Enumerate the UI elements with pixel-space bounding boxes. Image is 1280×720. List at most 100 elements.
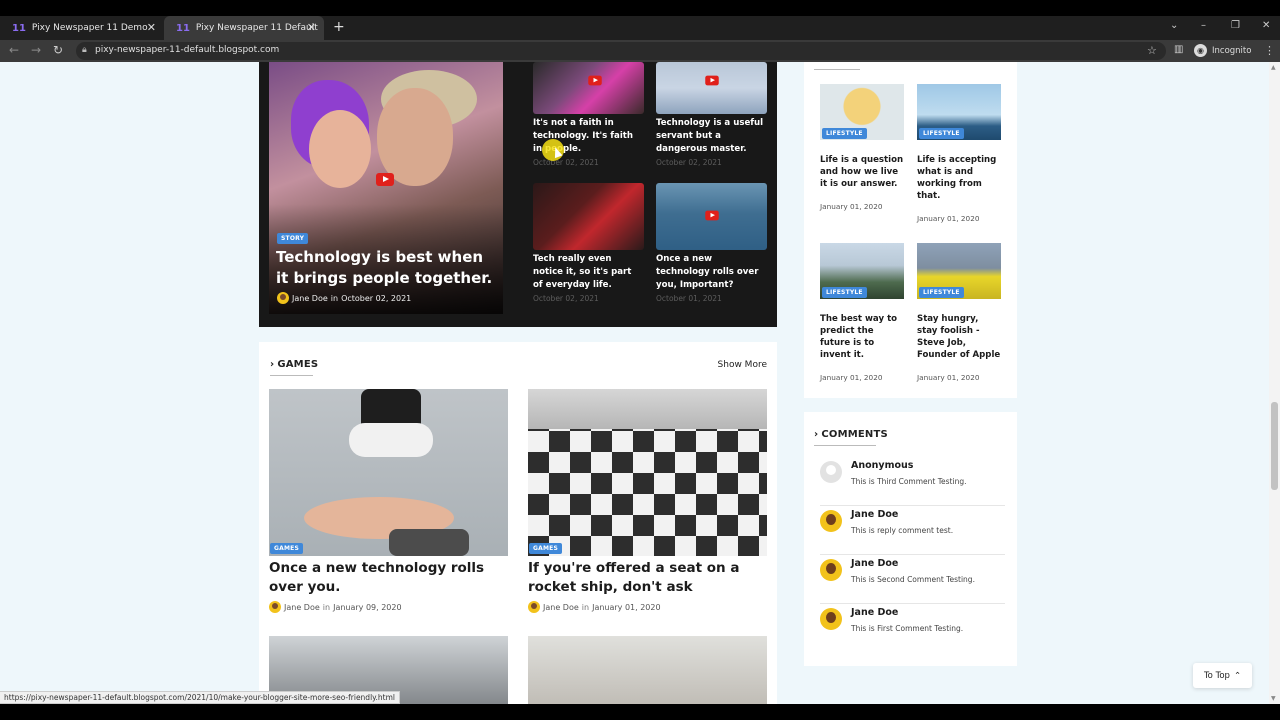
post-thumbnail[interactable]: GAMES <box>269 389 508 556</box>
tab-search-icon[interactable]: ⌄ <box>1170 20 1178 31</box>
top-letterbox <box>0 0 1280 16</box>
youtube-play-icon[interactable] <box>705 210 719 221</box>
post-meta: Jane Doe in January 09, 2020 <box>269 601 508 613</box>
meta-in: in <box>581 602 590 612</box>
post-title[interactable]: Once a new technology rolls over you, Im… <box>656 253 767 292</box>
author-name[interactable]: Jane Doe <box>284 603 320 612</box>
favicon-icon: 11 <box>176 22 190 34</box>
new-tab-icon[interactable]: + <box>333 19 345 35</box>
lifestyle-post[interactable]: LIFESTYLE Life is a question and how we … <box>820 84 904 211</box>
post-thumbnail[interactable]: GAMES <box>528 389 767 556</box>
comment-item[interactable]: Anonymous This is Third Comment Testing. <box>820 457 1005 506</box>
section-title: COMMENTS <box>821 429 888 440</box>
post-title[interactable]: Once a new technology rolls over you. <box>269 559 508 597</box>
category-badge[interactable]: LIFESTYLE <box>822 287 867 298</box>
post-title[interactable]: Technology is a useful servant but a dan… <box>656 117 767 156</box>
youtube-play-icon[interactable] <box>705 75 719 86</box>
author-name[interactable]: Jane Doe <box>292 294 328 303</box>
comment-text[interactable]: This is First Comment Testing. <box>851 624 963 633</box>
post-thumbnail[interactable]: LIFESTYLE <box>820 243 904 299</box>
comment-text[interactable]: This is Third Comment Testing. <box>851 477 966 486</box>
post-title[interactable]: If you're offered a seat on a rocket shi… <box>528 559 767 597</box>
author-avatar <box>277 292 289 304</box>
tab-demo[interactable]: 11 Pixy Newspaper 11 Demo ✕ <box>0 16 164 40</box>
avatar <box>820 510 842 532</box>
chevron-right-icon: › <box>270 359 275 370</box>
bottom-letterbox <box>0 704 1280 720</box>
featured-main-title[interactable]: Technology is best when it brings people… <box>276 247 496 289</box>
scroll-down-icon[interactable]: ▼ <box>1271 695 1276 702</box>
post-thumbnail[interactable]: LIFESTYLE <box>917 243 1001 299</box>
post-thumbnail[interactable]: LIFESTYLE <box>917 84 1001 140</box>
lifestyle-post[interactable]: LIFESTYLE Stay hungry, stay foolish - St… <box>917 243 1001 382</box>
post-date: January 09, 2020 <box>333 602 402 612</box>
category-badge[interactable]: GAMES <box>529 543 562 554</box>
close-icon[interactable]: ✕ <box>147 21 156 34</box>
forward-icon[interactable]: → <box>31 43 41 57</box>
post-thumbnail[interactable] <box>533 62 644 114</box>
menu-icon[interactable]: ⋮ <box>1264 44 1275 57</box>
section-heading[interactable]: › COMMENTS <box>814 429 888 440</box>
url-field[interactable]: 🔒︎ pixy-newspaper-11-default.blogspot.co… <box>76 42 1166 60</box>
cursor-highlight <box>542 139 564 161</box>
bookmark-star-icon[interactable]: ☆ <box>1147 44 1157 57</box>
post-thumbnail[interactable]: LIFESTYLE <box>820 84 904 140</box>
lifestyle-post[interactable]: LIFESTYLE Life is accepting what is and … <box>917 84 1001 223</box>
restore-icon[interactable]: ❐ <box>1231 20 1240 31</box>
section-heading[interactable]: › GAMES <box>270 359 318 370</box>
post-date: January 01, 2020 <box>820 373 883 382</box>
reload-icon[interactable]: ↻ <box>53 43 63 57</box>
tab-label: Pixy Newspaper 11 Default <box>195 23 318 33</box>
post-thumbnail[interactable] <box>656 183 767 250</box>
comment-text[interactable]: This is reply comment test. <box>851 526 953 535</box>
featured-small-post[interactable]: Once a new technology rolls over you, Im… <box>656 183 767 303</box>
close-icon[interactable]: ✕ <box>307 21 316 34</box>
status-bar-url: https://pixy-newspaper-11-default.blogsp… <box>0 691 400 704</box>
comment-author[interactable]: Anonymous <box>851 460 913 471</box>
comment-item[interactable]: Jane Doe This is Second Comment Testing. <box>820 555 1005 604</box>
comment-item[interactable]: Jane Doe This is reply comment test. <box>820 506 1005 555</box>
post-thumbnail[interactable] <box>533 183 644 250</box>
minimize-icon[interactable]: – <box>1201 20 1206 31</box>
lifestyle-post[interactable]: LIFESTYLE The best way to predict the fu… <box>820 243 904 382</box>
featured-small-post[interactable]: Technology is a useful servant but a dan… <box>656 62 767 167</box>
post-title[interactable]: Life is a question and how we live it is… <box>820 154 904 190</box>
show-more-link[interactable]: Show More <box>718 360 767 370</box>
games-section: › GAMES Show More GAMES Once a new techno… <box>259 342 777 704</box>
youtube-play-icon[interactable] <box>376 173 394 186</box>
close-window-icon[interactable]: ✕ <box>1262 20 1270 31</box>
comment-text[interactable]: This is Second Comment Testing. <box>851 575 975 584</box>
post-title[interactable]: Tech really even notice it, so it's part… <box>533 253 644 292</box>
games-post[interactable]: GAMES If you're offered a seat on a rock… <box>528 389 767 613</box>
favicon-icon: 11 <box>12 22 26 34</box>
category-badge[interactable]: GAMES <box>270 543 303 554</box>
category-badge[interactable]: LIFESTYLE <box>822 128 867 139</box>
comment-author[interactable]: Jane Doe <box>851 509 898 520</box>
scrollbar[interactable]: ▲ ▼ <box>1269 62 1280 704</box>
tab-default[interactable]: 11 Pixy Newspaper 11 Default ✕ <box>164 16 324 40</box>
side-panel-icon[interactable]: ▥ <box>1174 44 1183 55</box>
scrollbar-thumb[interactable] <box>1271 402 1278 490</box>
comment-author[interactable]: Jane Doe <box>851 558 898 569</box>
featured-small-post[interactable]: Tech really even notice it, so it's part… <box>533 183 644 303</box>
comment-author[interactable]: Jane Doe <box>851 607 898 618</box>
category-badge[interactable]: LIFESTYLE <box>919 287 964 298</box>
post-title[interactable]: Life is accepting what is and working fr… <box>917 154 1001 202</box>
tab-label: Pixy Newspaper 11 Demo <box>31 23 148 33</box>
youtube-play-icon[interactable] <box>588 75 602 86</box>
games-post[interactable]: GAMES Once a new technology rolls over y… <box>269 389 508 613</box>
post-thumbnail[interactable] <box>528 636 767 704</box>
incognito-indicator[interactable]: ◉ Incognito <box>1194 44 1251 57</box>
post-title[interactable]: Stay hungry, stay foolish - Steve Job, F… <box>917 313 1001 361</box>
category-badge[interactable]: STORY <box>277 233 309 244</box>
post-date: January 01, 2020 <box>592 602 661 612</box>
author-name[interactable]: Jane Doe <box>543 603 579 612</box>
back-icon[interactable]: ← <box>9 43 19 57</box>
to-top-button[interactable]: To Top ⌃ <box>1193 663 1252 688</box>
scroll-up-icon[interactable]: ▲ <box>1271 64 1276 71</box>
post-thumbnail[interactable] <box>656 62 767 114</box>
page-content: STORY Technology is best when it brings … <box>0 62 1280 704</box>
comment-item[interactable]: Jane Doe This is First Comment Testing. <box>820 604 1005 653</box>
category-badge[interactable]: LIFESTYLE <box>919 128 964 139</box>
post-title[interactable]: The best way to predict the future is to… <box>820 313 904 361</box>
